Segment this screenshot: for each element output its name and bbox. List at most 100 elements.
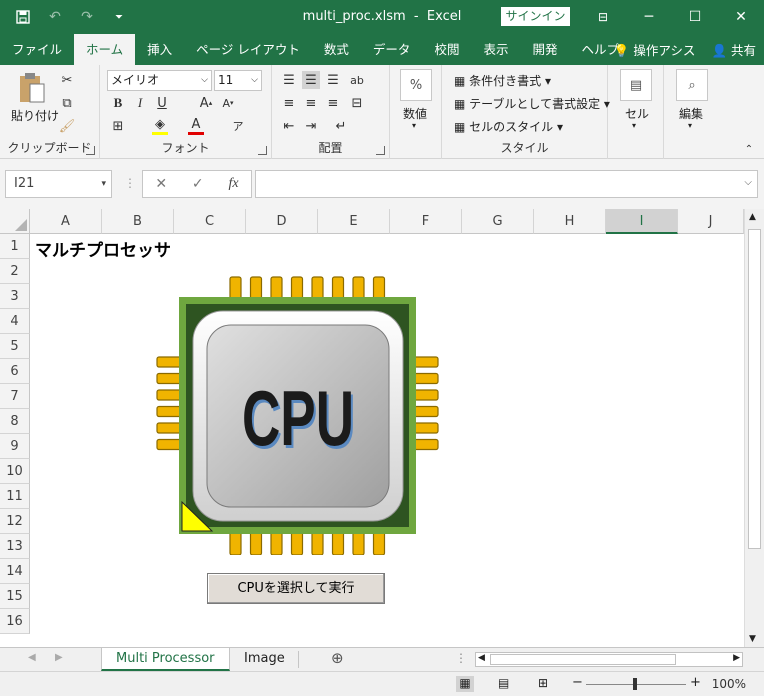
insert-function-icon[interactable]: fx (228, 176, 238, 192)
tab-split-icon[interactable]: ⋮ (455, 651, 467, 665)
expand-formula-icon[interactable]: ⌵ (744, 177, 752, 188)
run-cpu-button[interactable]: CPUを選択して実行 (207, 573, 385, 604)
tab-6[interactable]: 校閲 (422, 34, 471, 65)
next-sheet-icon[interactable]: ▶ (55, 652, 63, 663)
page-break-view-icon[interactable]: ⊞ (538, 676, 548, 690)
column-header-h[interactable]: H (534, 209, 606, 234)
underline-icon[interactable]: U (154, 94, 170, 112)
number-dropdown-icon[interactable]: ▾ (412, 121, 416, 130)
tell-me[interactable]: 💡 操作アシス (614, 40, 696, 59)
row-header-4[interactable]: 4 (0, 309, 30, 334)
conditional-format-button[interactable]: ▦ 条件付き書式 ▾ (454, 72, 551, 89)
cut-icon[interactable]: ✂ (58, 71, 76, 89)
align-bottom-icon[interactable]: ☰ (324, 71, 342, 89)
worksheet-grid[interactable]: マルチプロセッサ CPU CPU CPUを選択して実行 ▲ ▼ ABCDEFGH (0, 209, 764, 647)
cells-icon[interactable]: ▤ (620, 69, 652, 101)
select-all-corner[interactable] (0, 209, 30, 234)
fill-color-icon[interactable]: ◈ (152, 117, 168, 135)
font-size-select[interactable]: 11 ⌵ (214, 70, 262, 91)
cells-button[interactable]: セル (625, 105, 649, 122)
phonetic-icon[interactable]: ア (230, 117, 246, 135)
row-header-9[interactable]: 9 (0, 434, 30, 459)
row-header-15[interactable]: 15 (0, 584, 30, 609)
cell-styles-button[interactable]: ▦ セルのスタイル ▾ (454, 118, 563, 135)
shrink-font-icon[interactable]: A ▾ (220, 94, 236, 112)
minimize-icon[interactable]: ─ (626, 0, 672, 34)
paste-button[interactable]: 貼り付け (11, 107, 59, 124)
column-header-e[interactable]: E (318, 209, 390, 234)
align-right-icon[interactable]: ≡ (324, 94, 342, 112)
font-color-icon[interactable]: A (188, 117, 204, 135)
signin-button[interactable]: サインイン (501, 7, 570, 26)
merge-center-icon[interactable]: ⊟ (348, 94, 366, 112)
tab-5[interactable]: データ (361, 34, 423, 65)
zoom-in-icon[interactable]: + (690, 675, 701, 690)
row-header-3[interactable]: 3 (0, 284, 30, 309)
cells-dropdown-icon[interactable]: ▾ (632, 121, 636, 130)
editing-dropdown-icon[interactable]: ▾ (688, 121, 692, 130)
paste-icon[interactable] (17, 72, 47, 106)
column-header-d[interactable]: D (246, 209, 318, 234)
sheet-tab-multi-processor[interactable]: Multi Processor (101, 648, 230, 671)
align-top-icon[interactable]: ☰ (280, 71, 298, 89)
row-header-16[interactable]: 16 (0, 609, 30, 634)
formula-input[interactable]: ⌵ (255, 170, 758, 198)
row-header-2[interactable]: 2 (0, 259, 30, 284)
scroll-down-icon[interactable]: ▼ (749, 634, 756, 644)
editing-button[interactable]: 編集 (679, 105, 703, 122)
column-header-b[interactable]: B (102, 209, 174, 234)
column-header-f[interactable]: F (390, 209, 462, 234)
tab-2[interactable]: 挿入 (135, 34, 184, 65)
cpu-image[interactable]: CPU CPU (155, 275, 440, 555)
zoom-out-icon[interactable]: − (572, 675, 583, 690)
row-header-12[interactable]: 12 (0, 509, 30, 534)
font-launcher-icon[interactable] (258, 146, 267, 155)
align-center-icon[interactable]: ≡ (302, 94, 320, 112)
tab-0[interactable]: ファイル (0, 34, 74, 65)
align-middle-icon[interactable]: ☰ (302, 71, 320, 89)
prev-sheet-icon[interactable]: ◀ (28, 652, 36, 663)
row-header-14[interactable]: 14 (0, 559, 30, 584)
ribbon-display-icon[interactable]: ⊟ (580, 0, 626, 34)
row-header-6[interactable]: 6 (0, 359, 30, 384)
horizontal-scroll-thumb[interactable] (490, 654, 676, 665)
maximize-icon[interactable]: ☐ (672, 0, 718, 34)
format-painter-icon[interactable]: 🖌 (58, 117, 76, 135)
column-header-c[interactable]: C (174, 209, 246, 234)
scroll-up-icon[interactable]: ▲ (749, 212, 756, 222)
vertical-scroll-thumb[interactable] (748, 229, 761, 549)
font-name-select[interactable]: メイリオ ⌵ (107, 70, 212, 91)
align-left-icon[interactable]: ≡ (280, 94, 298, 112)
vertical-scrollbar[interactable]: ▲ ▼ (744, 209, 764, 647)
tab-1[interactable]: ホーム (74, 34, 136, 65)
orientation-icon[interactable]: ab (348, 71, 366, 89)
column-header-g[interactable]: G (462, 209, 534, 234)
borders-icon[interactable]: ⊞ (110, 117, 126, 135)
clipboard-launcher-icon[interactable] (86, 146, 95, 155)
tab-3[interactable]: ページ レイアウト (184, 34, 312, 65)
normal-view-icon[interactable]: ▦ (456, 676, 474, 692)
row-header-13[interactable]: 13 (0, 534, 30, 559)
number-format-icon[interactable]: % (400, 69, 432, 101)
number-button[interactable]: 数値 (403, 105, 427, 122)
sheet-tab-image[interactable]: Image (230, 648, 299, 671)
row-header-5[interactable]: 5 (0, 334, 30, 359)
page-layout-view-icon[interactable]: ▤ (498, 676, 509, 690)
grow-font-icon[interactable]: A ▴ (198, 94, 214, 112)
row-header-11[interactable]: 11 (0, 484, 30, 509)
collapse-ribbon-icon[interactable]: ⌃ (742, 142, 756, 156)
name-box[interactable]: I21 ▾ (5, 170, 112, 198)
zoom-level[interactable]: 100% (712, 677, 746, 691)
share-button[interactable]: 👤 共有 (711, 40, 756, 59)
italic-icon[interactable]: I (132, 94, 148, 112)
row-header-8[interactable]: 8 (0, 409, 30, 434)
close-icon[interactable]: ✕ (718, 0, 764, 34)
scroll-right-icon[interactable]: ▶ (733, 653, 740, 663)
search-icon[interactable]: ⌕ (676, 69, 708, 101)
tab-4[interactable]: 数式 (312, 34, 361, 65)
cancel-icon[interactable]: ✕ (155, 176, 167, 192)
scroll-left-icon[interactable]: ◀ (478, 653, 485, 663)
format-table-button[interactable]: ▦ テーブルとして書式設定 ▾ (454, 95, 610, 112)
row-header-10[interactable]: 10 (0, 459, 30, 484)
column-header-a[interactable]: A (30, 209, 102, 234)
